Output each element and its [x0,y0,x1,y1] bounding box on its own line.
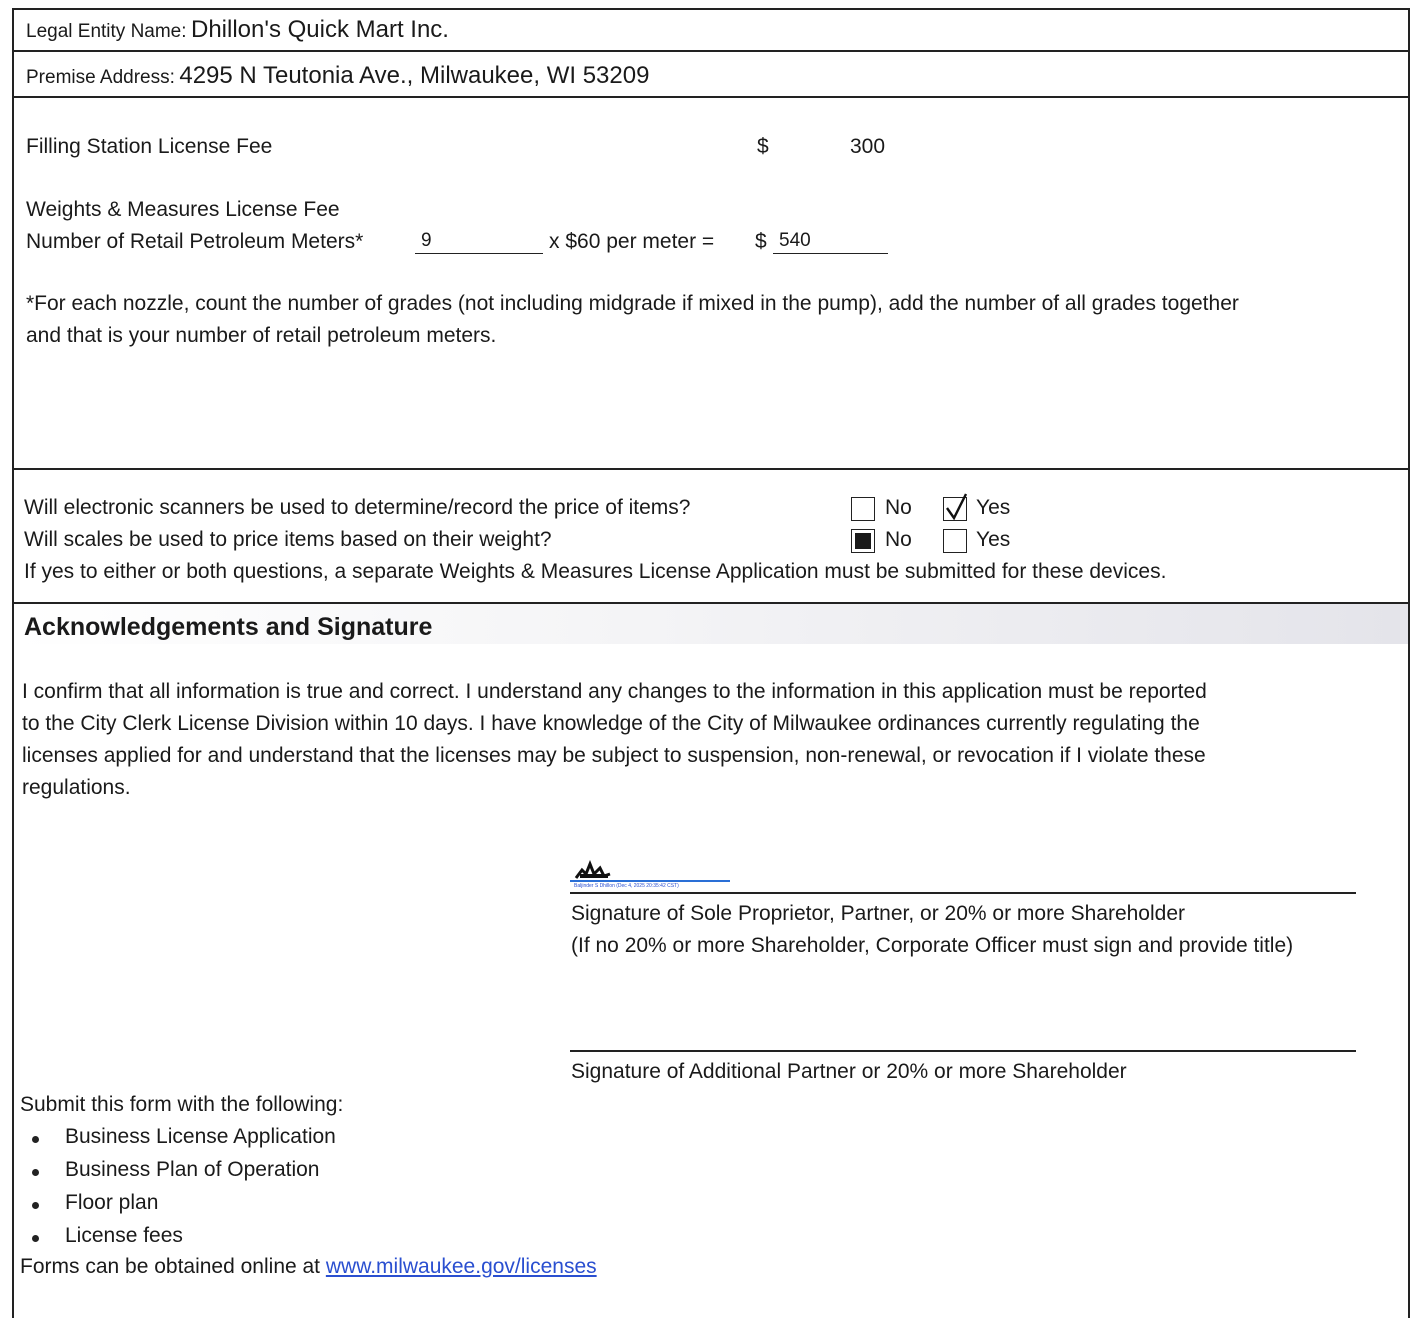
signature-line-1[interactable] [570,892,1356,894]
submit-item-2: Business Plan of Operation [65,1158,320,1181]
weights-measures-fee-label: Weights & Measures License Fee [26,198,340,221]
checkmark-icon [946,493,968,521]
acknowledgement-line-2: to the City Clerk License Division withi… [22,712,1200,735]
scales-no-label: No [885,528,912,551]
meters-count-field[interactable]: 9 [415,230,543,254]
meters-footnote-line-2: and that is your number of retail petrol… [26,324,497,347]
meters-label: Number of Retail Petroleum Meters* [26,230,364,253]
esign-stamp-text: Baljinder S Dhillon (Dec 4, 2025 20:35:4… [574,883,679,889]
signature-2-caption: Signature of Additional Partner or 20% o… [571,1060,1127,1083]
meters-total-field[interactable]: 540 [773,230,888,254]
acknowledgement-line-3: licenses applied for and understand that… [22,744,1206,767]
signature-scribble-icon [574,860,611,879]
submit-item-1: Business License Application [65,1125,336,1148]
scales-question: Will scales be used to price items based… [24,528,552,551]
forms-online-line: Forms can be obtained online at www.milw… [20,1255,597,1279]
esign-stamp-line [570,880,730,882]
acknowledgement-line-1: I confirm that all information is true a… [22,680,1207,703]
legal-entity-row: Legal Entity Name: Dhillon's Quick Mart … [26,16,449,44]
scales-yes-label: Yes [976,528,1011,551]
meters-currency: $ [755,230,767,253]
scanners-no-label: No [885,496,912,519]
scanners-yes-label: Yes [976,496,1011,519]
legal-entity-label: Legal Entity Name: [26,21,187,42]
row-divider [12,468,1410,470]
submit-item-4: License fees [65,1224,183,1247]
scanners-question: Will electronic scanners be used to dete… [24,496,691,519]
row-divider [12,50,1410,52]
per-meter-text: x $60 per meter = [549,230,715,253]
devices-note: If yes to either or both questions, a se… [24,560,1167,583]
legal-entity-value[interactable]: Dhillon's Quick Mart Inc. [191,16,449,43]
premise-address-label: Premise Address: [26,67,175,88]
bullet-icon [32,1169,39,1176]
row-divider [12,96,1410,98]
premise-address-row: Premise Address: 4295 N Teutonia Ave., M… [26,62,649,90]
filling-station-currency: $ [757,135,769,158]
filling-station-fee-label: Filling Station License Fee [26,135,273,158]
bullet-icon [32,1202,39,1209]
filling-station-amount: 300 [850,135,886,158]
signature-1-caption-line-1: Signature of Sole Proprietor, Partner, o… [571,902,1186,925]
signature-1-caption-line-2: (If no 20% or more Shareholder, Corporat… [571,934,1294,957]
licenses-link[interactable]: www.milwaukee.gov/licenses [326,1255,597,1278]
scales-yes-checkbox[interactable] [943,529,967,553]
bullet-icon [32,1235,39,1242]
meters-footnote-line-1: *For each nozzle, count the number of gr… [26,292,1239,315]
scanners-yes-checkbox[interactable] [943,493,968,521]
premise-address-value[interactable]: 4295 N Teutonia Ave., Milwaukee, WI 5320… [179,62,649,89]
acknowledgement-title: Acknowledgements and Signature [24,613,433,641]
submit-intro: Submit this form with the following: [20,1093,344,1116]
scales-no-checkbox[interactable] [851,529,875,553]
submit-item-3: Floor plan [65,1191,159,1214]
signature-line-2[interactable] [570,1050,1356,1052]
bullet-icon [32,1136,39,1143]
scanners-no-checkbox[interactable] [851,497,875,521]
forms-online-text: Forms can be obtained online at [20,1255,326,1278]
acknowledgement-line-4: regulations. [22,776,131,799]
